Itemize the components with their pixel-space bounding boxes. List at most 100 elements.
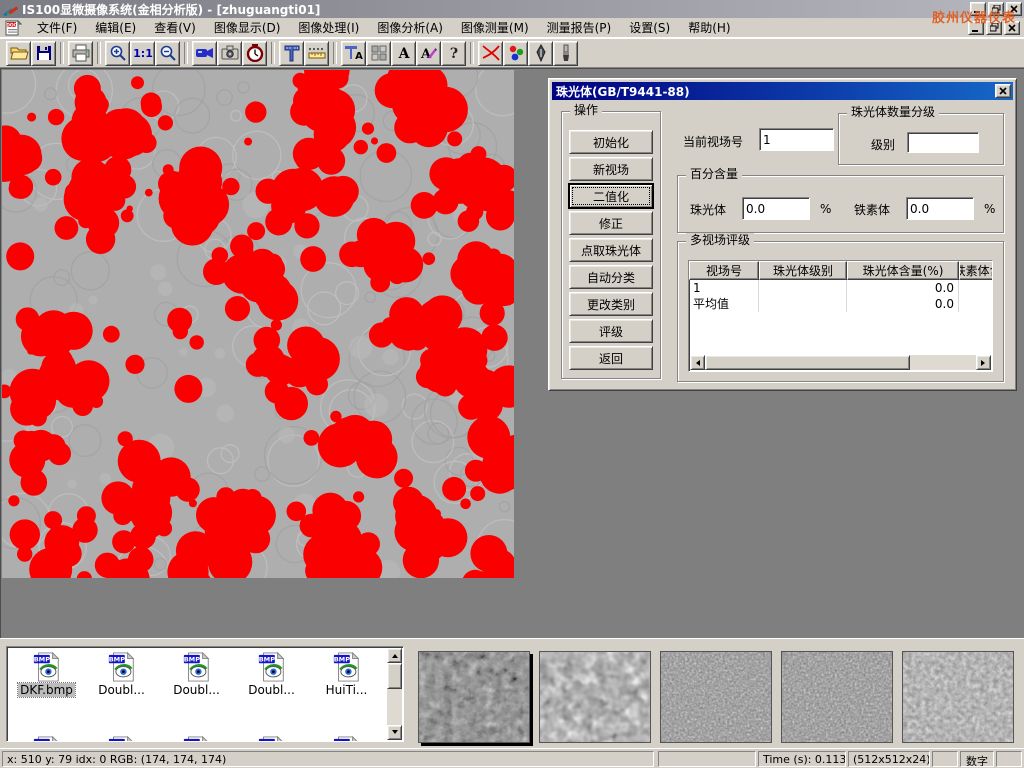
new-field-button[interactable]: 新视场 (569, 157, 653, 181)
file-item-partial[interactable]: BMP (9, 735, 84, 742)
auto-classify-button[interactable]: 自动分类 (569, 265, 653, 289)
file-list-scrollbar[interactable] (387, 648, 402, 740)
rating-table[interactable]: 视场号珠光体级别珠光体含量(%)铁素体含量(%) 10.0平均值0.0 (688, 260, 993, 372)
menu-item-report[interactable]: 测量报告(P) (538, 17, 621, 38)
table-horizontal-scrollbar[interactable] (690, 355, 991, 370)
dialog-title-bar[interactable]: 珠光体(GB/T9441-88) (552, 82, 1013, 100)
save-icon[interactable] (31, 41, 56, 66)
minimize-button[interactable] (970, 2, 986, 16)
actual-size-icon[interactable]: 1:1 (130, 41, 155, 66)
rating-table-body: 10.0平均值0.0 (689, 280, 992, 312)
thumbnail-3[interactable] (660, 651, 772, 743)
thumbnail-2[interactable] (539, 651, 651, 743)
print-icon[interactable] (68, 41, 93, 66)
return-button[interactable]: 返回 (569, 346, 653, 370)
scroll-right-icon[interactable] (976, 355, 991, 370)
zoom-out-icon[interactable] (155, 41, 180, 66)
brush-icon[interactable] (553, 41, 578, 66)
pearlite-input[interactable] (742, 197, 810, 220)
scrollbar-thumb[interactable] (705, 355, 910, 370)
toolbar-separator (470, 42, 474, 64)
svg-text:?: ? (449, 46, 457, 61)
current-field-input[interactable] (759, 128, 834, 151)
file-item-partial[interactable]: BMP (159, 735, 234, 742)
svg-text:A: A (420, 47, 432, 61)
scroll-up-icon[interactable] (387, 648, 402, 663)
svg-text:A: A (355, 51, 363, 62)
text-icon[interactable]: A (391, 41, 416, 66)
svg-text:BMP: BMP (258, 655, 275, 663)
menu-item-image-process[interactable]: 图像处理(I) (289, 17, 368, 38)
menu-item-image-analysis[interactable]: 图像分析(A) (368, 17, 452, 38)
thumbnail-4[interactable] (781, 651, 893, 743)
clock-icon[interactable] (242, 41, 267, 66)
menu-item-view[interactable]: 查看(V) (145, 17, 205, 38)
file-item-partial[interactable]: BMP (309, 735, 384, 742)
menu-item-file[interactable]: 文件(F) (28, 17, 86, 38)
menu-item-settings[interactable]: 设置(S) (620, 17, 679, 38)
scrollbar-thumb[interactable] (387, 663, 402, 689)
thumbnail-5[interactable] (902, 651, 1014, 743)
capture-icon[interactable] (217, 41, 242, 66)
file-item-huiti-[interactable]: BMP HuiTi... (309, 651, 384, 697)
menu-item-image-display[interactable]: 图像显示(D) (205, 17, 290, 38)
scroll-left-icon[interactable] (690, 355, 705, 370)
micrograph-binarized-image[interactable] (2, 70, 514, 578)
file-name-label: Doubl... (246, 683, 297, 697)
caliper-icon[interactable] (279, 41, 304, 66)
grading-group: 珠光体数量分级 级别 (838, 113, 1004, 165)
mdi-restore-button[interactable] (986, 21, 1002, 35)
menu-item-help[interactable]: 帮助(H) (679, 17, 739, 38)
curve-cut-icon[interactable] (478, 41, 503, 66)
grade-label: 级别 (871, 136, 895, 153)
menu-item-edit[interactable]: 编辑(E) (86, 17, 145, 38)
ferrite-input[interactable] (906, 197, 974, 220)
change-class-button[interactable]: 更改类别 (569, 292, 653, 316)
table-header-0[interactable]: 视场号 (689, 261, 759, 280)
file-item-dkf-bmp[interactable]: BMP DKF.bmp (9, 651, 84, 697)
file-name-label: DKF.bmp (18, 683, 75, 697)
table-row[interactable]: 平均值0.0 (689, 296, 993, 312)
ruler-icon[interactable] (304, 41, 329, 66)
file-list[interactable]: BMP DKF.bmp BMP Doubl... BMP Doubl... BM… (6, 646, 404, 742)
thumbnail-1[interactable] (418, 651, 530, 743)
pen-icon[interactable] (528, 41, 553, 66)
restore-button[interactable] (988, 2, 1004, 16)
percent-group: 百分含量 珠光体 % 铁素体 % (677, 175, 1004, 233)
grade-button[interactable]: 评级 (569, 319, 653, 343)
table-header-3[interactable]: 铁素体含量(%) (959, 261, 993, 280)
file-item-partial[interactable]: BMP (84, 735, 159, 742)
file-item-doubl-[interactable]: BMP Doubl... (234, 651, 309, 697)
binarize-button[interactable]: 二值化 (569, 184, 653, 208)
bottom-panel: BMP DKF.bmp BMP Doubl... BMP Doubl... BM… (0, 638, 1024, 748)
scroll-down-icon[interactable] (387, 725, 402, 740)
file-item-partial[interactable]: BMP (234, 735, 309, 742)
open-icon[interactable] (6, 41, 31, 66)
file-item-doubl-[interactable]: BMP Doubl... (159, 651, 234, 697)
menu-bar: DOC 文件(F)编辑(E)查看(V)图像显示(D)图像处理(I)图像分析(A)… (0, 18, 1024, 38)
toolbar-separator (333, 42, 337, 64)
measure-text-icon[interactable]: A (341, 41, 366, 66)
svg-text:BMP: BMP (183, 655, 200, 663)
mdi-minimize-button[interactable] (968, 21, 984, 35)
annotate-icon[interactable]: A (416, 41, 441, 66)
mdi-close-button[interactable] (1004, 21, 1020, 35)
grade-input[interactable] (907, 132, 979, 153)
correct-button[interactable]: 修正 (569, 211, 653, 235)
file-item-doubl-[interactable]: BMP Doubl... (84, 651, 159, 697)
menu-item-image-measure[interactable]: 图像测量(M) (452, 17, 538, 38)
grid-pattern-icon[interactable] (366, 41, 391, 66)
pick-pearlite-button[interactable]: 点取珠光体 (569, 238, 653, 262)
zoom-in-icon[interactable] (105, 41, 130, 66)
document-icon[interactable]: DOC (4, 20, 22, 36)
table-cell (959, 296, 993, 312)
table-header-2[interactable]: 珠光体含量(%) (847, 261, 959, 280)
color-classify-icon[interactable] (503, 41, 528, 66)
dialog-close-icon[interactable] (995, 84, 1011, 98)
close-button[interactable] (1006, 2, 1022, 16)
table-row[interactable]: 10.0 (689, 280, 993, 296)
help-icon[interactable]: ? (441, 41, 466, 66)
table-header-1[interactable]: 珠光体级别 (759, 261, 847, 280)
init-button[interactable]: 初始化 (569, 130, 653, 154)
video-camera-icon[interactable] (192, 41, 217, 66)
